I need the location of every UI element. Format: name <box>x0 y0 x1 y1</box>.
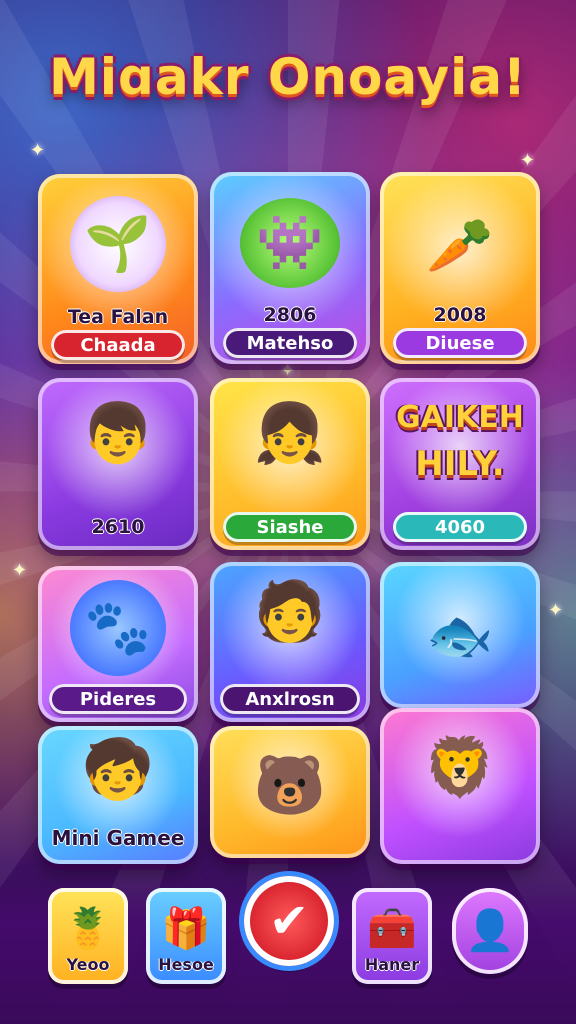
card-tea-falan[interactable]: 🌱 Tea Falan Chaada <box>38 174 198 364</box>
carrot-icon: 🥕 <box>426 214 494 277</box>
pineapple-icon: 🍍 <box>63 906 113 952</box>
card-pill[interactable]: Chaada <box>51 330 185 360</box>
nav-haner-button[interactable]: 🧰 Haner <box>352 888 432 984</box>
card-text: 2610 <box>91 516 145 538</box>
card-mini-gamee[interactable]: 🧒 Mini Gamee <box>38 726 198 864</box>
card-siashe[interactable]: 👧 Siashe <box>210 378 370 550</box>
bow-girl-icon: 👧 <box>253 399 327 467</box>
nav-yeoo-button[interactable]: 🍍 Yeoo <box>48 888 128 984</box>
logo-text-top: GAIKEH <box>396 400 524 435</box>
nav-label: Hesoe <box>158 955 214 974</box>
green-monster-icon: 👾 <box>240 198 340 288</box>
nav-check-button[interactable]: ✔ <box>244 876 334 966</box>
sparkle: ✦ <box>548 600 564 621</box>
card-toy-fish[interactable]: 🐟 <box>380 562 540 708</box>
purple-hair-boy-icon: 🧑 <box>253 577 327 645</box>
card-pill[interactable]: Siashe <box>223 512 357 542</box>
card-4060[interactable]: GAIKEH HILY. 4060 <box>380 378 540 550</box>
card-pill[interactable]: Matehso <box>223 328 357 358</box>
blue-creature-icon: 🐾 <box>70 580 166 676</box>
nav-label: Haner <box>364 955 420 974</box>
nav-label: Yeoo <box>66 955 110 974</box>
nav-profile-button[interactable]: 👤 <box>452 888 528 974</box>
logo-text-bottom: HILY. <box>415 444 505 484</box>
nav-hesoe-button[interactable]: 🎁 Hesoe <box>146 888 226 984</box>
card-pill[interactable]: Pideres <box>49 684 187 714</box>
sparkle: ✦ <box>12 560 28 581</box>
card-pill[interactable]: Diuese <box>393 328 527 358</box>
card-pideres[interactable]: 🐾 Pideres <box>38 566 198 722</box>
plant-creature-icon: 🌱 <box>70 196 166 292</box>
card-text: 2806 <box>263 304 317 326</box>
sparkle: ✦ <box>30 140 46 161</box>
toy-fish-icon: 🐟 <box>426 604 494 667</box>
bottom-nav: 🍍 Yeoo 🎁 Hesoe ✔ 🧰 Haner 👤 <box>0 876 576 1024</box>
card-2610[interactable]: 👦 2610 <box>38 378 198 550</box>
game-title: Miɑakr Onoayia! <box>49 48 527 106</box>
bear-icon: 🐻 <box>253 751 327 819</box>
treasure-chest-icon: 🧰 <box>367 906 417 952</box>
lion-icecream-icon: 🦁 <box>423 733 497 801</box>
card-anxlrosn[interactable]: 🧑 Anxlrosn <box>210 562 370 722</box>
card-text: 2008 <box>433 304 487 326</box>
card-2806[interactable]: 👾 2806 Matehso <box>210 172 370 364</box>
card-pill[interactable]: 4060 <box>393 512 527 542</box>
sparkle: ✦ <box>520 150 536 171</box>
hat-boy-icon: 👦 <box>81 399 155 467</box>
profile-icon: 👤 <box>465 908 515 954</box>
card-2008[interactable]: 🥕 2008 Diuese <box>380 172 540 364</box>
brown-hair-boy-icon: 🧒 <box>81 735 155 803</box>
gift-box-icon: 🎁 <box>161 906 211 952</box>
card-lion-icecream[interactable]: 🦁 <box>380 708 540 864</box>
card-text: Tea Falan <box>67 306 169 328</box>
checkmark-icon: ✔ <box>268 893 310 949</box>
card-text: Mini Gamee <box>51 826 185 850</box>
card-pill[interactable]: Anxlrosn <box>220 684 360 714</box>
card-bear[interactable]: 🐻 <box>210 726 370 858</box>
